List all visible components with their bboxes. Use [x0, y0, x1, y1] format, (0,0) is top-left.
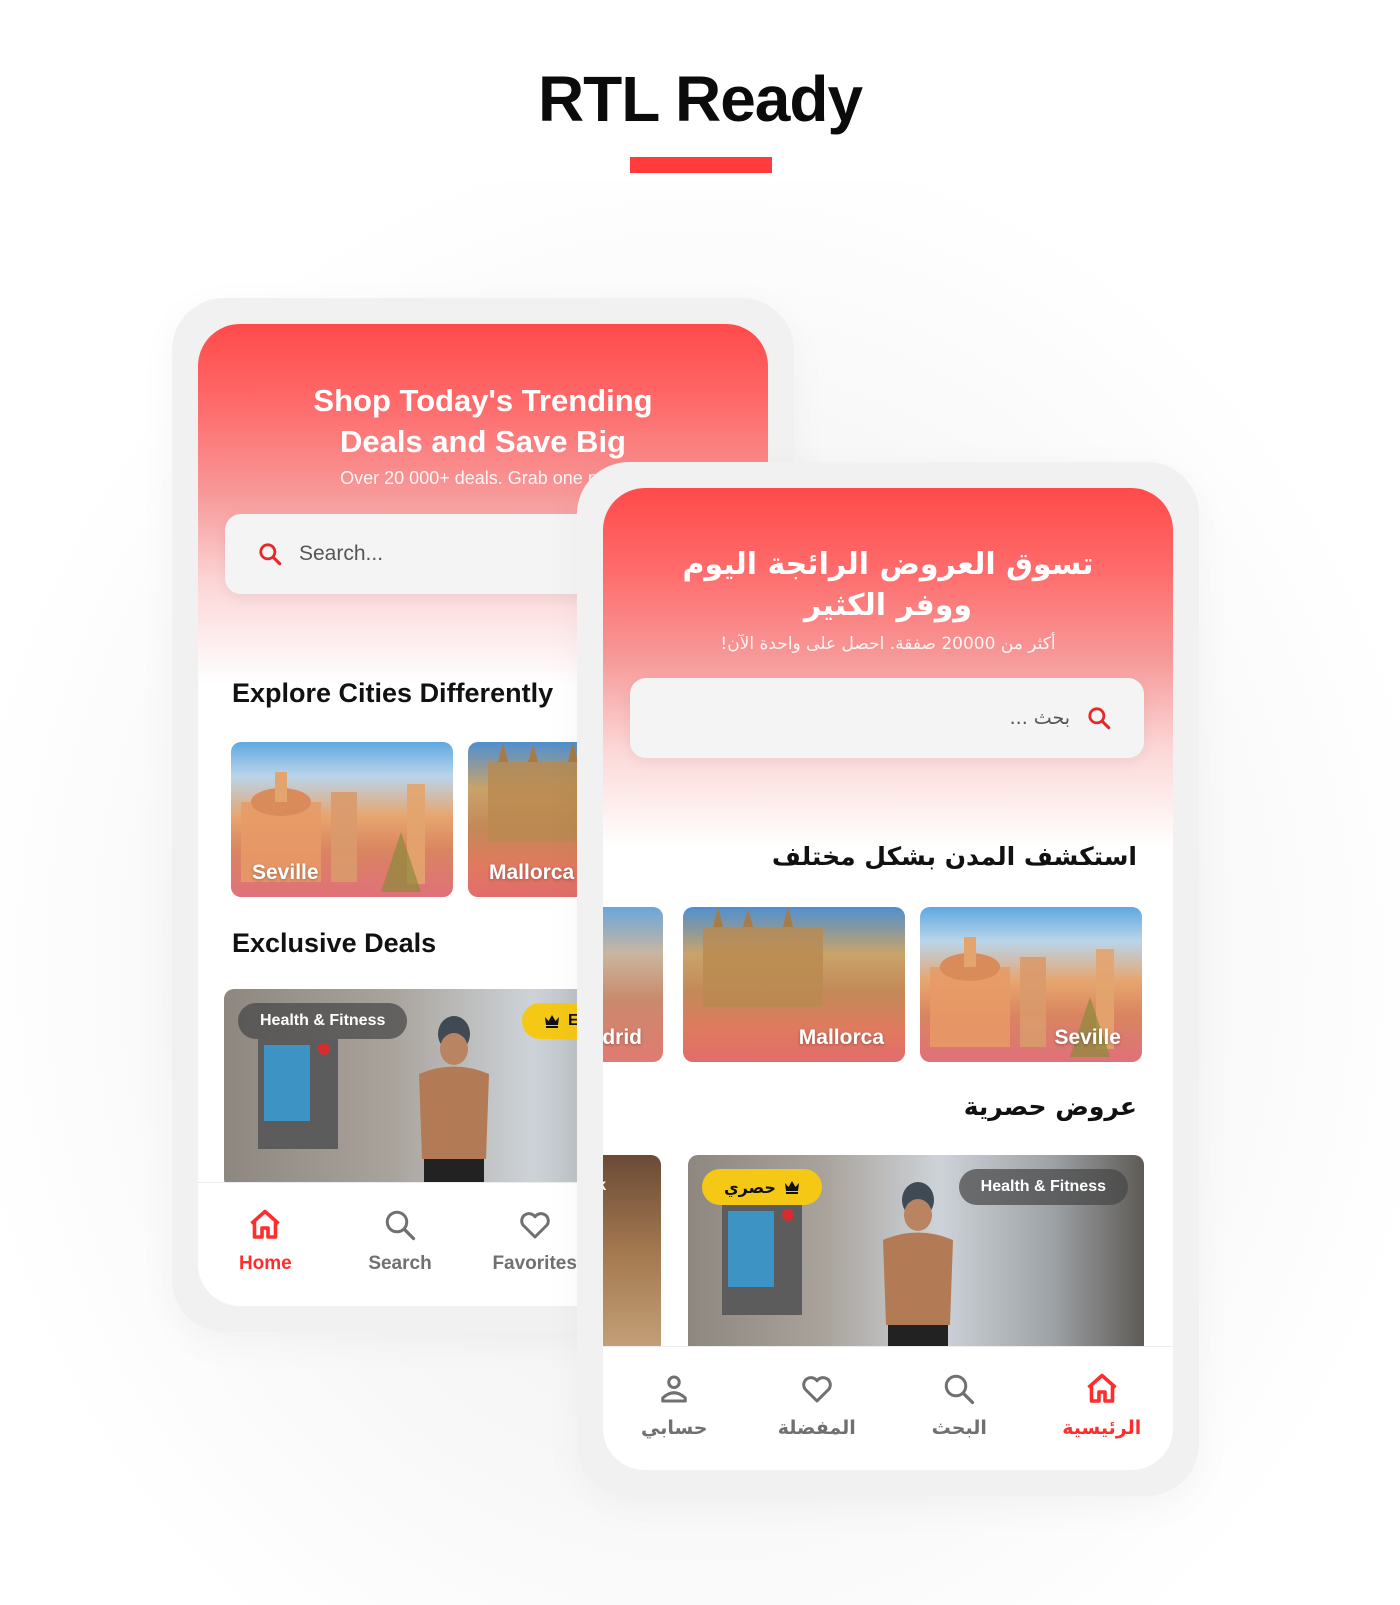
search-input[interactable]: بحث ...: [630, 678, 1144, 758]
city-card[interactable]: Seville: [920, 907, 1142, 1062]
nav-item-search[interactable]: البحث: [888, 1347, 1031, 1470]
nav-item-home[interactable]: الرئيسية: [1031, 1347, 1174, 1470]
category-chip: Health & Fitness: [958, 1169, 1128, 1205]
nav-label: حسابي: [640, 1417, 708, 1439]
nav-item-search[interactable]: Search: [333, 1183, 468, 1306]
search-placeholder: Search...: [299, 542, 384, 565]
city-name: drid: [603, 1026, 642, 1049]
home-icon: [250, 1209, 281, 1239]
search-icon: [1088, 707, 1111, 730]
city-name: Mallorca: [798, 1026, 884, 1049]
nav-item-home[interactable]: Home: [198, 1183, 333, 1306]
hero-title-line: Deals and Save Big: [339, 424, 626, 459]
nav-label: Favorites: [492, 1253, 577, 1274]
city-card[interactable]: Seville: [231, 742, 453, 897]
nav-label: البحث: [931, 1417, 987, 1439]
crown-icon: [545, 1015, 559, 1028]
nav-item-account[interactable]: حسابي: [603, 1347, 746, 1470]
hero-title-line: ووفر الكثير: [803, 588, 973, 623]
hero-banner: [603, 488, 1173, 848]
search-icon: [259, 543, 282, 566]
search-icon: [945, 1374, 975, 1405]
hero-title: تسوق العروض الرائجة اليوم ووفر الكثير: [603, 544, 1173, 626]
nav-item-favorites[interactable]: المفضلة: [746, 1347, 889, 1470]
hero-subtitle: أكثر من 20000 صفقة. احصل على واحدة الآن!: [720, 634, 1056, 654]
section-title-deals: Exclusive Deals: [232, 928, 437, 958]
exclusive-badge: حصري: [702, 1169, 822, 1205]
section-title-cities: Explore Cities Differently: [232, 678, 554, 708]
bottom-nav: Home Search Favorites: [198, 1182, 602, 1306]
search-icon: [385, 1210, 416, 1241]
deal-card[interactable]: Health & Fitness حصري: [688, 1155, 1144, 1355]
section-title-cities: استكشف المدن بشكل مختلف: [771, 842, 1137, 871]
search-placeholder: بحث ...: [1009, 707, 1070, 729]
exclusive-badge-label: حصري: [724, 1177, 776, 1197]
heart-icon: [519, 1212, 550, 1239]
nav-label: Search: [368, 1253, 432, 1274]
hero-title-line: Shop Today's Trending: [313, 383, 653, 418]
crown-icon: [784, 1181, 799, 1194]
heart-icon: [801, 1376, 832, 1403]
city-name: Seville: [252, 861, 319, 884]
rtl-phone-screen: تسوق العروض الرائجة اليوم ووفر الكثير أك…: [603, 488, 1173, 1470]
bottom-nav: الرئيسية البحث المفضلة حسابي: [603, 1346, 1173, 1470]
category-chip: ink: [603, 1177, 606, 1195]
nav-label: Home: [238, 1253, 292, 1274]
page-title: RTL Ready: [537, 63, 863, 135]
category-chip: Health & Fitness: [238, 1003, 408, 1039]
deal-card[interactable]: ink: [603, 1155, 661, 1355]
city-name: Mallorca: [489, 861, 575, 884]
home-icon: [1087, 1373, 1117, 1403]
city-card[interactable]: drid: [603, 907, 663, 1062]
city-card[interactable]: Mallorca: [683, 907, 905, 1062]
user-icon: [661, 1375, 687, 1403]
nav-label: المفضلة: [777, 1417, 856, 1439]
section-title-deals: عروض حصرية: [963, 1092, 1137, 1121]
hero-title-line: تسوق العروض الرائجة اليوم: [682, 547, 1094, 582]
nav-label: الرئيسية: [1062, 1417, 1142, 1439]
hero-title: Shop Today's Trending Deals and Save Big: [198, 380, 768, 462]
city-name: Seville: [1054, 1026, 1121, 1049]
title-underline: [630, 157, 772, 173]
